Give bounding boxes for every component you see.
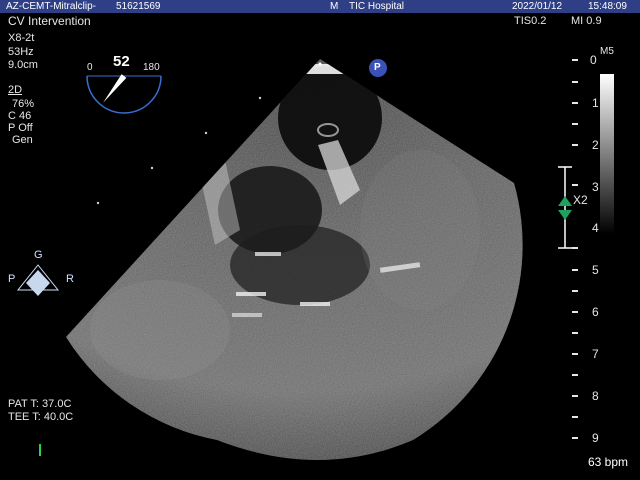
depth-label-8: 8 <box>592 389 599 403</box>
focus-bracket <box>558 166 572 249</box>
gain-value: 76% <box>12 98 35 110</box>
depth-value: 9.0cm <box>8 59 38 71</box>
frame-rate: 53Hz <box>8 46 34 58</box>
angle-max-label: 180 <box>143 62 160 73</box>
needle-icon <box>103 74 127 103</box>
orientation-top-label: G <box>34 249 43 261</box>
orientation-left-label: P <box>8 273 16 285</box>
mi-value: MI 0.9 <box>571 15 602 27</box>
depth-label-9: 9 <box>592 431 599 445</box>
depth-label-7: 7 <box>592 347 599 361</box>
persistence-value: P Off <box>8 122 33 134</box>
gray-tick-1: 1 <box>592 96 599 110</box>
tis-value: TIS0.2 <box>514 15 547 27</box>
grayscale-map-label: M5 <box>600 46 614 57</box>
resolution-value: Gen <box>12 134 33 146</box>
p-marker-letter: P <box>374 62 381 73</box>
depth-label-0: 0 <box>590 53 597 67</box>
ultrasound-screen: AZ-CEMT-Mitralclip- 51621569 M TIC Hospi… <box>0 0 640 480</box>
angle-indicator <box>86 74 162 114</box>
orientation-right-label: R <box>66 273 74 285</box>
depth-label-3: 3 <box>592 180 599 194</box>
apex-marker <box>318 62 322 66</box>
patient-temperature: PAT T: 37.0C <box>8 398 72 410</box>
sector-image <box>66 59 523 460</box>
angle-min-label: 0 <box>87 62 93 73</box>
tee-temperature: TEE T: 40.0C <box>8 411 74 423</box>
study-name: CV Intervention <box>8 14 91 28</box>
depth-label-5: 5 <box>592 263 599 277</box>
image-layer <box>16 59 614 460</box>
mode-2d: 2D <box>8 84 23 96</box>
focus-label: X2 <box>573 193 588 207</box>
probe-orientation-diamond-icon <box>16 264 60 296</box>
probe-name: X8-2t <box>8 32 35 44</box>
angle-value: 52 <box>113 53 130 70</box>
depth-label-4: 4 <box>592 221 599 235</box>
depth-scale-ticks <box>572 59 578 439</box>
depth-label-6: 6 <box>592 305 599 319</box>
heart-rate: 63 bpm <box>588 455 629 469</box>
compression-value: C 46 <box>8 110 32 122</box>
grayscale-bar <box>600 74 614 234</box>
gray-tick-2: 2 <box>592 138 599 152</box>
